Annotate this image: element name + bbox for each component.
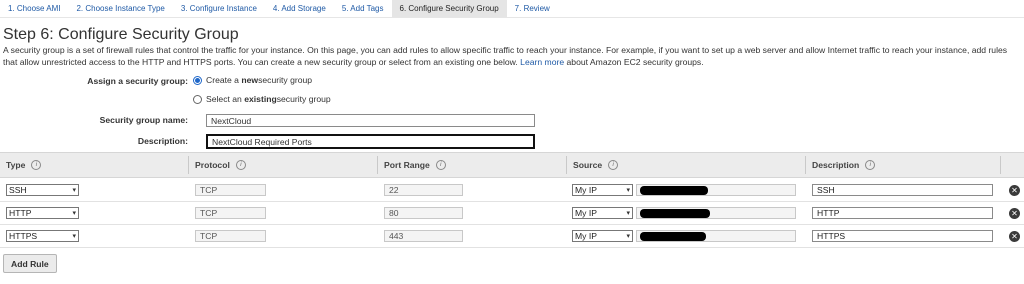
add-rule-button[interactable]: Add Rule [3,254,57,273]
tab-configure-instance[interactable]: 3. Configure Instance [173,0,265,17]
type-select[interactable]: HTTP ▾ [6,207,79,219]
description-label: Description: [137,136,188,146]
chevron-down-icon: ▾ [72,187,76,194]
info-icon[interactable]: i [435,160,446,170]
security-group-name-label: Security group name: [99,115,188,125]
tab-choose-instance-type[interactable]: 2. Choose Instance Type [68,0,172,17]
radio-existing-prefix: Select an [206,94,242,104]
intro-text: A security group is a set of firewall ru… [3,45,1008,67]
port-range-field: 22 [384,184,463,196]
rule-description-input[interactable]: HTTP [812,207,993,219]
rules-table-header: Type i Protocol i Port Range i Source i Desc… [0,152,1024,178]
radio-new-prefix: Create a [206,75,239,85]
chevron-down-icon: ▾ [626,233,630,240]
source-value: My IP [575,208,597,218]
source-value: My IP [575,231,597,241]
wizard-steps: 1. Choose AMI 2. Choose Instance Type 3.… [0,0,1024,18]
column-divider [377,156,378,174]
header-port-range: Port Range i [384,153,446,177]
radio-unselected-icon[interactable] [193,94,202,104]
radio-existing-bold: existing [244,94,277,104]
radio-existing-suffix: security group [276,94,331,104]
redaction-mark [640,232,706,241]
source-select[interactable]: My IP ▾ [572,230,633,242]
tab-add-storage[interactable]: 4. Add Storage [265,0,334,17]
info-icon[interactable]: i [235,160,246,170]
radio-new-suffix: security group [258,75,313,85]
header-source-label: Source [573,160,603,170]
source-select[interactable]: My IP ▾ [572,184,633,196]
redaction-mark [640,209,710,218]
remove-rule-icon[interactable]: ✕ [1009,208,1020,219]
column-divider [1000,156,1001,174]
rule-description-input[interactable]: HTTPS [812,230,993,242]
chevron-down-icon: ▾ [626,210,630,217]
assign-security-group-label: Assign a security group: [87,76,188,86]
description-input[interactable]: NextCloud Required Ports [206,134,535,149]
protocol-field: TCP [195,184,266,196]
protocol-field: TCP [195,207,266,219]
header-port-range-label: Port Range [384,160,430,170]
type-value: SSH [9,185,27,195]
tab-choose-ami[interactable]: 1. Choose AMI [0,0,68,17]
table-row: HTTP ▾ TCP 80 My IP ▾ HTTP ✕ [0,201,1024,225]
chevron-down-icon: ▾ [72,210,76,217]
column-divider [566,156,567,174]
header-description-label: Description [812,160,860,170]
tab-review[interactable]: 7. Review [507,0,558,17]
header-source: Source i [573,153,619,177]
radio-select-existing[interactable]: Select an existing security group [193,94,331,104]
port-range-field: 80 [384,207,463,219]
header-type-label: Type [6,160,26,170]
radio-new-bold: new [241,75,259,85]
rule-description-input[interactable]: SSH [812,184,993,196]
chevron-down-icon: ▾ [72,233,76,240]
column-divider [805,156,806,174]
type-select[interactable]: SSH ▾ [6,184,79,196]
chevron-down-icon: ▾ [626,187,630,194]
info-icon[interactable]: i [31,160,42,170]
intro-tail: about Amazon EC2 security groups. [566,57,704,67]
tab-add-tags[interactable]: 5. Add Tags [334,0,392,17]
header-type: Type i [6,153,42,177]
remove-rule-icon[interactable]: ✕ [1009,185,1020,196]
learn-more-link[interactable]: Learn more [520,57,564,67]
type-value: HTTPS [9,231,38,241]
info-icon[interactable]: i [608,160,619,170]
radio-create-new[interactable]: Create a new security group [193,75,312,85]
type-value: HTTP [9,208,32,218]
remove-rule-icon[interactable]: ✕ [1009,231,1020,242]
column-divider [188,156,189,174]
page-title: Step 6: Configure Security Group [3,26,239,43]
tab-configure-security-group[interactable]: 6. Configure Security Group [391,0,507,17]
header-description: Description i [812,153,876,177]
header-protocol: Protocol i [195,153,246,177]
info-icon[interactable]: i [865,160,876,170]
page-intro: A security group is a set of firewall ru… [3,44,1021,68]
table-row: HTTPS ▾ TCP 443 My IP ▾ HTTPS ✕ [0,224,1024,248]
header-protocol-label: Protocol [195,160,230,170]
radio-selected-icon[interactable] [193,75,202,85]
table-row: SSH ▾ TCP 22 My IP ▾ SSH ✕ [0,178,1024,202]
port-range-field: 443 [384,230,463,242]
security-group-name-input[interactable]: NextCloud [206,114,535,127]
type-select[interactable]: HTTPS ▾ [6,230,79,242]
protocol-field: TCP [195,230,266,242]
source-select[interactable]: My IP ▾ [572,207,633,219]
source-value: My IP [575,185,597,195]
redaction-mark [640,186,708,195]
